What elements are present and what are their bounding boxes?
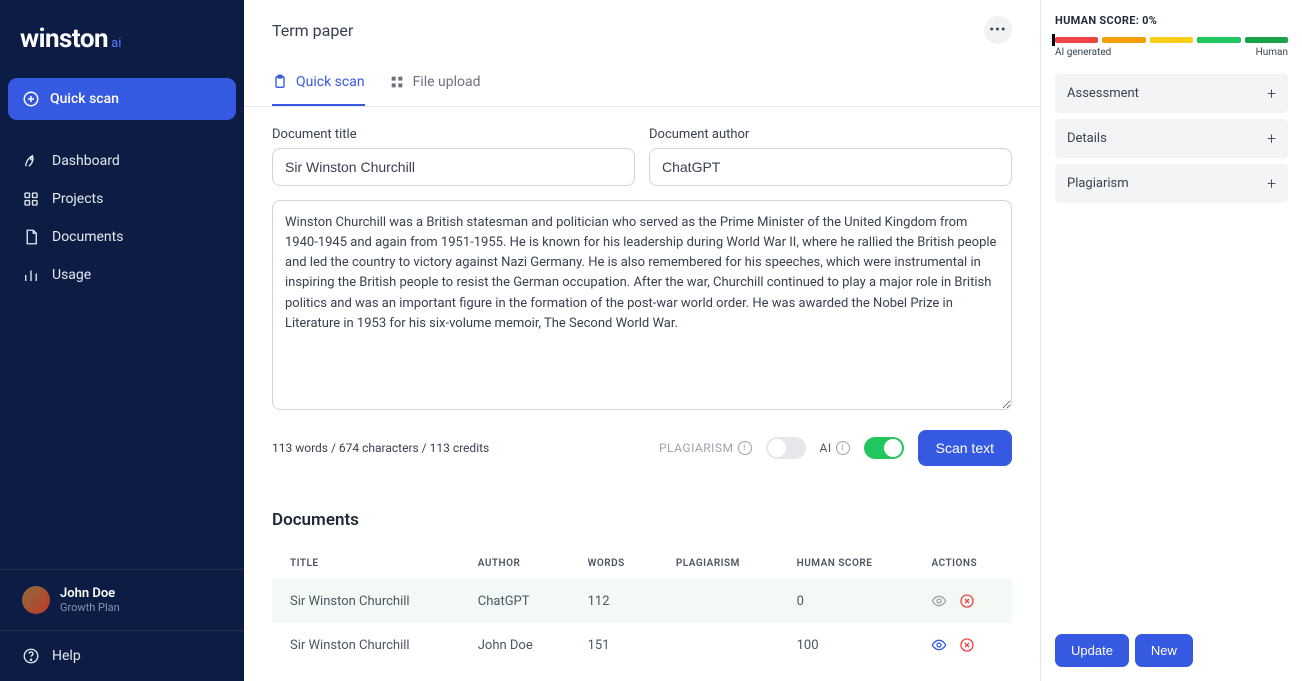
plus-icon: + xyxy=(1267,84,1276,103)
gauge-segment xyxy=(1197,37,1240,43)
new-button[interactable]: New xyxy=(1135,634,1193,667)
logo-text: winston xyxy=(20,24,108,54)
quick-scan-button[interactable]: Quick scan xyxy=(8,78,236,120)
doc-author-input[interactable] xyxy=(649,148,1012,186)
right-panel: HUMAN SCORE: 0% AI generated Human Asses… xyxy=(1041,0,1302,681)
delete-icon[interactable] xyxy=(959,593,975,609)
update-button[interactable]: Update xyxy=(1055,634,1129,667)
cell-plagiarism xyxy=(658,579,779,623)
cell-human-score: 100 xyxy=(779,623,914,667)
sidebar-item-usage[interactable]: Usage xyxy=(8,256,236,294)
documents-table: TITLE AUTHOR WORDS PLAGIARISM HUMAN SCOR… xyxy=(272,548,1012,667)
col-human-score: HUMAN SCORE xyxy=(779,548,914,579)
help-icon xyxy=(22,647,40,665)
ai-toggle[interactable] xyxy=(864,437,904,459)
accordion-details[interactable]: Details + xyxy=(1055,119,1288,158)
header: Term paper ••• xyxy=(244,0,1040,60)
view-icon[interactable] xyxy=(931,593,947,609)
info-icon[interactable]: i xyxy=(836,441,850,455)
sidebar-item-label: Projects xyxy=(52,191,103,207)
plus-icon: + xyxy=(1267,129,1276,148)
gauge-segment xyxy=(1150,37,1193,43)
score-gauge xyxy=(1055,37,1288,43)
human-score-label: HUMAN SCORE: 0% xyxy=(1055,14,1288,27)
documents-heading: Documents xyxy=(272,510,1012,530)
tabs: Quick scan File upload xyxy=(244,60,1040,107)
ai-toggle-label: AI i xyxy=(820,441,850,455)
cell-words: 151 xyxy=(570,623,658,667)
table-row[interactable]: Sir Winston ChurchillChatGPT112 0 xyxy=(272,579,1012,623)
plus-icon: + xyxy=(1267,174,1276,193)
sidebar-item-label: Dashboard xyxy=(52,153,120,169)
plus-circle-icon xyxy=(22,90,40,108)
chart-bar-icon xyxy=(22,266,40,284)
doc-title-input[interactable] xyxy=(272,148,635,186)
gauge-right-label: Human xyxy=(1256,47,1288,58)
doc-author-label: Document author xyxy=(649,127,1012,142)
sidebar-item-dashboard[interactable]: Dashboard xyxy=(8,142,236,180)
gauge-marker xyxy=(1052,34,1055,46)
quick-scan-label: Quick scan xyxy=(50,91,119,107)
cell-title: Sir Winston Churchill xyxy=(272,579,460,623)
help-label: Help xyxy=(52,648,81,664)
logo-suffix: ai xyxy=(111,36,121,51)
page-title: Term paper xyxy=(272,21,353,40)
accordion-plagiarism[interactable]: Plagiarism + xyxy=(1055,164,1288,203)
table-row[interactable]: Sir Winston ChurchillJohn Doe151 100 xyxy=(272,623,1012,667)
cell-author: ChatGPT xyxy=(460,579,570,623)
col-title: TITLE xyxy=(272,548,460,579)
col-author: AUTHOR xyxy=(460,548,570,579)
user-block[interactable]: John Doe Growth Plan xyxy=(8,570,236,630)
view-icon[interactable] xyxy=(931,637,947,653)
rocket-icon xyxy=(22,152,40,170)
tab-label: File upload xyxy=(413,74,481,90)
grid-icon xyxy=(22,190,40,208)
gauge-segment xyxy=(1102,37,1145,43)
gauge-left-label: AI generated xyxy=(1055,47,1111,58)
tab-label: Quick scan xyxy=(296,74,365,90)
scan-text-button[interactable]: Scan text xyxy=(918,430,1012,466)
cell-human-score: 0 xyxy=(779,579,914,623)
sidebar-item-projects[interactable]: Projects xyxy=(8,180,236,218)
word-count: 113 words / 674 characters / 113 credits xyxy=(272,441,489,455)
sidebar-item-documents[interactable]: Documents xyxy=(8,218,236,256)
plagiarism-toggle-label: PLAGIARISM i xyxy=(659,441,752,455)
more-button[interactable]: ••• xyxy=(984,16,1012,44)
tab-quick-scan[interactable]: Quick scan xyxy=(272,60,365,106)
accordion-assessment[interactable]: Assessment + xyxy=(1055,74,1288,113)
help-link[interactable]: Help xyxy=(8,631,236,681)
accordion-label: Assessment xyxy=(1067,86,1139,101)
cell-plagiarism xyxy=(658,623,779,667)
tab-file-upload[interactable]: File upload xyxy=(389,60,481,106)
user-name: John Doe xyxy=(60,586,120,601)
sidebar: winston ai Quick scan Dashboard Projects… xyxy=(0,0,244,681)
sidebar-item-label: Documents xyxy=(52,229,123,245)
content-textarea[interactable] xyxy=(272,200,1012,410)
col-actions: ACTIONS xyxy=(913,548,1012,579)
document-icon xyxy=(22,228,40,246)
apps-icon xyxy=(389,74,405,90)
cell-author: John Doe xyxy=(460,623,570,667)
cell-words: 112 xyxy=(570,579,658,623)
gauge-segment xyxy=(1245,37,1288,43)
accordion-label: Plagiarism xyxy=(1067,176,1129,191)
plagiarism-toggle[interactable] xyxy=(766,437,806,459)
logo: winston ai xyxy=(8,20,236,78)
sidebar-item-label: Usage xyxy=(52,267,91,283)
avatar xyxy=(22,586,50,614)
user-plan: Growth Plan xyxy=(60,601,120,614)
info-icon[interactable]: i xyxy=(738,441,752,455)
gauge-segment xyxy=(1055,37,1098,43)
col-plagiarism: PLAGIARISM xyxy=(658,548,779,579)
doc-title-label: Document title xyxy=(272,127,635,142)
clipboard-icon xyxy=(272,74,288,90)
col-words: WORDS xyxy=(570,548,658,579)
accordion-label: Details xyxy=(1067,131,1107,146)
cell-title: Sir Winston Churchill xyxy=(272,623,460,667)
delete-icon[interactable] xyxy=(959,637,975,653)
